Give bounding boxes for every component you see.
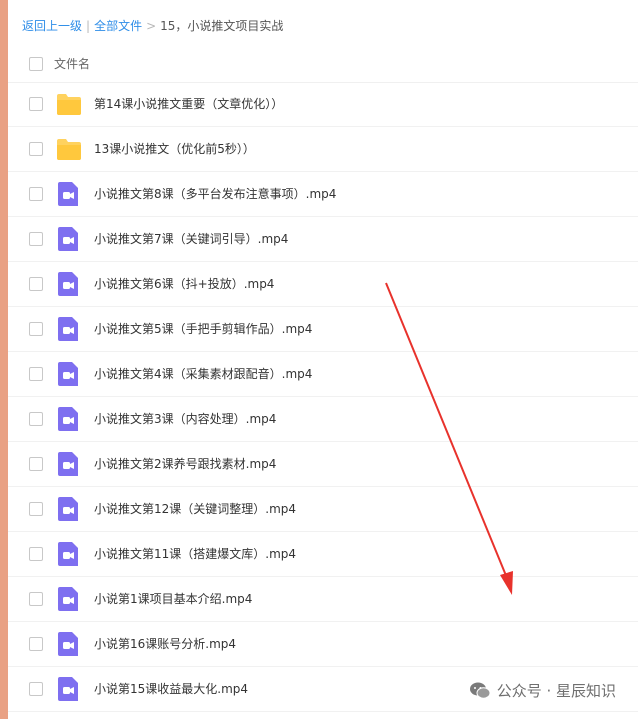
file-checkbox[interactable]	[29, 97, 43, 111]
video-file-icon[interactable]	[56, 452, 82, 476]
watermark-text: 公众号 · 星辰知识	[496, 682, 616, 700]
file-row[interactable]: 小说第16课账号分析.mp4	[8, 622, 638, 667]
file-checkbox[interactable]	[29, 187, 43, 201]
file-checkbox[interactable]	[29, 277, 43, 291]
breadcrumb: 返回上一级 | 全部文件 >15，小说推文项目实战	[22, 17, 283, 35]
wechat-icon	[469, 682, 491, 699]
file-name[interactable]: 小说第16课账号分析.mp4	[94, 635, 236, 652]
video-file-icon[interactable]	[56, 227, 82, 251]
file-checkbox[interactable]	[29, 412, 43, 426]
video-file-icon[interactable]	[56, 272, 82, 296]
file-row[interactable]: 小说推文第3课（内容处理）.mp4	[8, 397, 638, 442]
video-file-icon[interactable]	[56, 182, 82, 206]
file-name[interactable]: 小说推文第8课（多平台发布注意事项）.mp4	[94, 185, 336, 202]
file-checkbox[interactable]	[29, 547, 43, 561]
breadcrumb-chevron: >	[146, 19, 157, 33]
file-name[interactable]: 小说推文第6课（抖+投放）.mp4	[94, 275, 274, 292]
file-row[interactable]: 第14课小说推文重要（文章优化））	[8, 82, 638, 127]
file-row[interactable]: 小说推文第4课（采集素材跟配音）.mp4	[8, 352, 638, 397]
video-file-icon[interactable]	[56, 542, 82, 566]
file-checkbox[interactable]	[29, 367, 43, 381]
video-file-icon[interactable]	[56, 497, 82, 521]
file-row[interactable]: 小说推文第5课（手把手剪辑作品）.mp4	[8, 307, 638, 352]
video-file-icon[interactable]	[56, 317, 82, 341]
file-browser-panel: 返回上一级 | 全部文件 >15，小说推文项目实战 文件名 第14课小说推文重要（文章…	[8, 0, 638, 719]
video-file-icon[interactable]	[56, 677, 82, 701]
file-row[interactable]: 小说推文第11课（搭建爆文库）.mp4	[8, 532, 638, 577]
file-checkbox[interactable]	[29, 502, 43, 516]
select-all-checkbox[interactable]	[29, 57, 43, 71]
breadcrumb-current: 15，小说推文项目实战	[160, 19, 284, 33]
file-row[interactable]: 小说推文第2课养号跟找素材.mp4	[8, 442, 638, 487]
file-name[interactable]: 小说推文第3课（内容处理）.mp4	[94, 410, 276, 427]
file-row[interactable]: 小说推文第12课（关键词整理）.mp4	[8, 487, 638, 532]
file-name[interactable]: 13课小说推文（优化前5秒））	[94, 140, 255, 157]
file-name[interactable]: 小说推文第7课（关键词引导）.mp4	[94, 230, 288, 247]
file-checkbox[interactable]	[29, 322, 43, 336]
folder-icon[interactable]	[56, 137, 82, 161]
breadcrumb-separator: |	[86, 19, 91, 33]
video-file-icon[interactable]	[56, 362, 82, 386]
video-file-icon[interactable]	[56, 587, 82, 611]
file-name[interactable]: 小说推文第12课（关键词整理）.mp4	[94, 500, 296, 517]
file-row[interactable]: 小说推文第6课（抖+投放）.mp4	[8, 262, 638, 307]
folder-icon[interactable]	[56, 92, 82, 116]
file-name[interactable]: 小说推文第4课（采集素材跟配音）.mp4	[94, 365, 312, 382]
video-file-icon[interactable]	[56, 407, 82, 431]
all-files-link[interactable]: 全部文件	[94, 19, 142, 33]
filename-column-header[interactable]: 文件名	[54, 55, 90, 72]
file-name[interactable]: 小说第1课项目基本介绍.mp4	[94, 590, 252, 607]
file-name[interactable]: 第14课小说推文重要（文章优化））	[94, 95, 283, 112]
list-header: 文件名	[8, 46, 638, 83]
file-name[interactable]: 小说推文第2课养号跟找素材.mp4	[94, 455, 276, 472]
left-edge-decoration	[0, 0, 8, 719]
file-row[interactable]: 小说推文第7课（关键词引导）.mp4	[8, 217, 638, 262]
file-checkbox[interactable]	[29, 232, 43, 246]
watermark: 公众号 · 星辰知识	[469, 680, 616, 701]
file-name[interactable]: 小说推文第11课（搭建爆文库）.mp4	[94, 545, 296, 562]
file-name[interactable]: 小说第15课收益最大化.mp4	[94, 680, 248, 697]
file-checkbox[interactable]	[29, 637, 43, 651]
file-checkbox[interactable]	[29, 682, 43, 696]
file-name[interactable]: 小说推文第5课（手把手剪辑作品）.mp4	[94, 320, 312, 337]
file-checkbox[interactable]	[29, 457, 43, 471]
file-row[interactable]: 小说推文第8课（多平台发布注意事项）.mp4	[8, 172, 638, 217]
back-link[interactable]: 返回上一级	[22, 19, 82, 33]
file-row[interactable]: 13课小说推文（优化前5秒））	[8, 127, 638, 172]
file-row[interactable]: 小说第1课项目基本介绍.mp4	[8, 577, 638, 622]
video-file-icon[interactable]	[56, 632, 82, 656]
file-checkbox[interactable]	[29, 142, 43, 156]
file-checkbox[interactable]	[29, 592, 43, 606]
